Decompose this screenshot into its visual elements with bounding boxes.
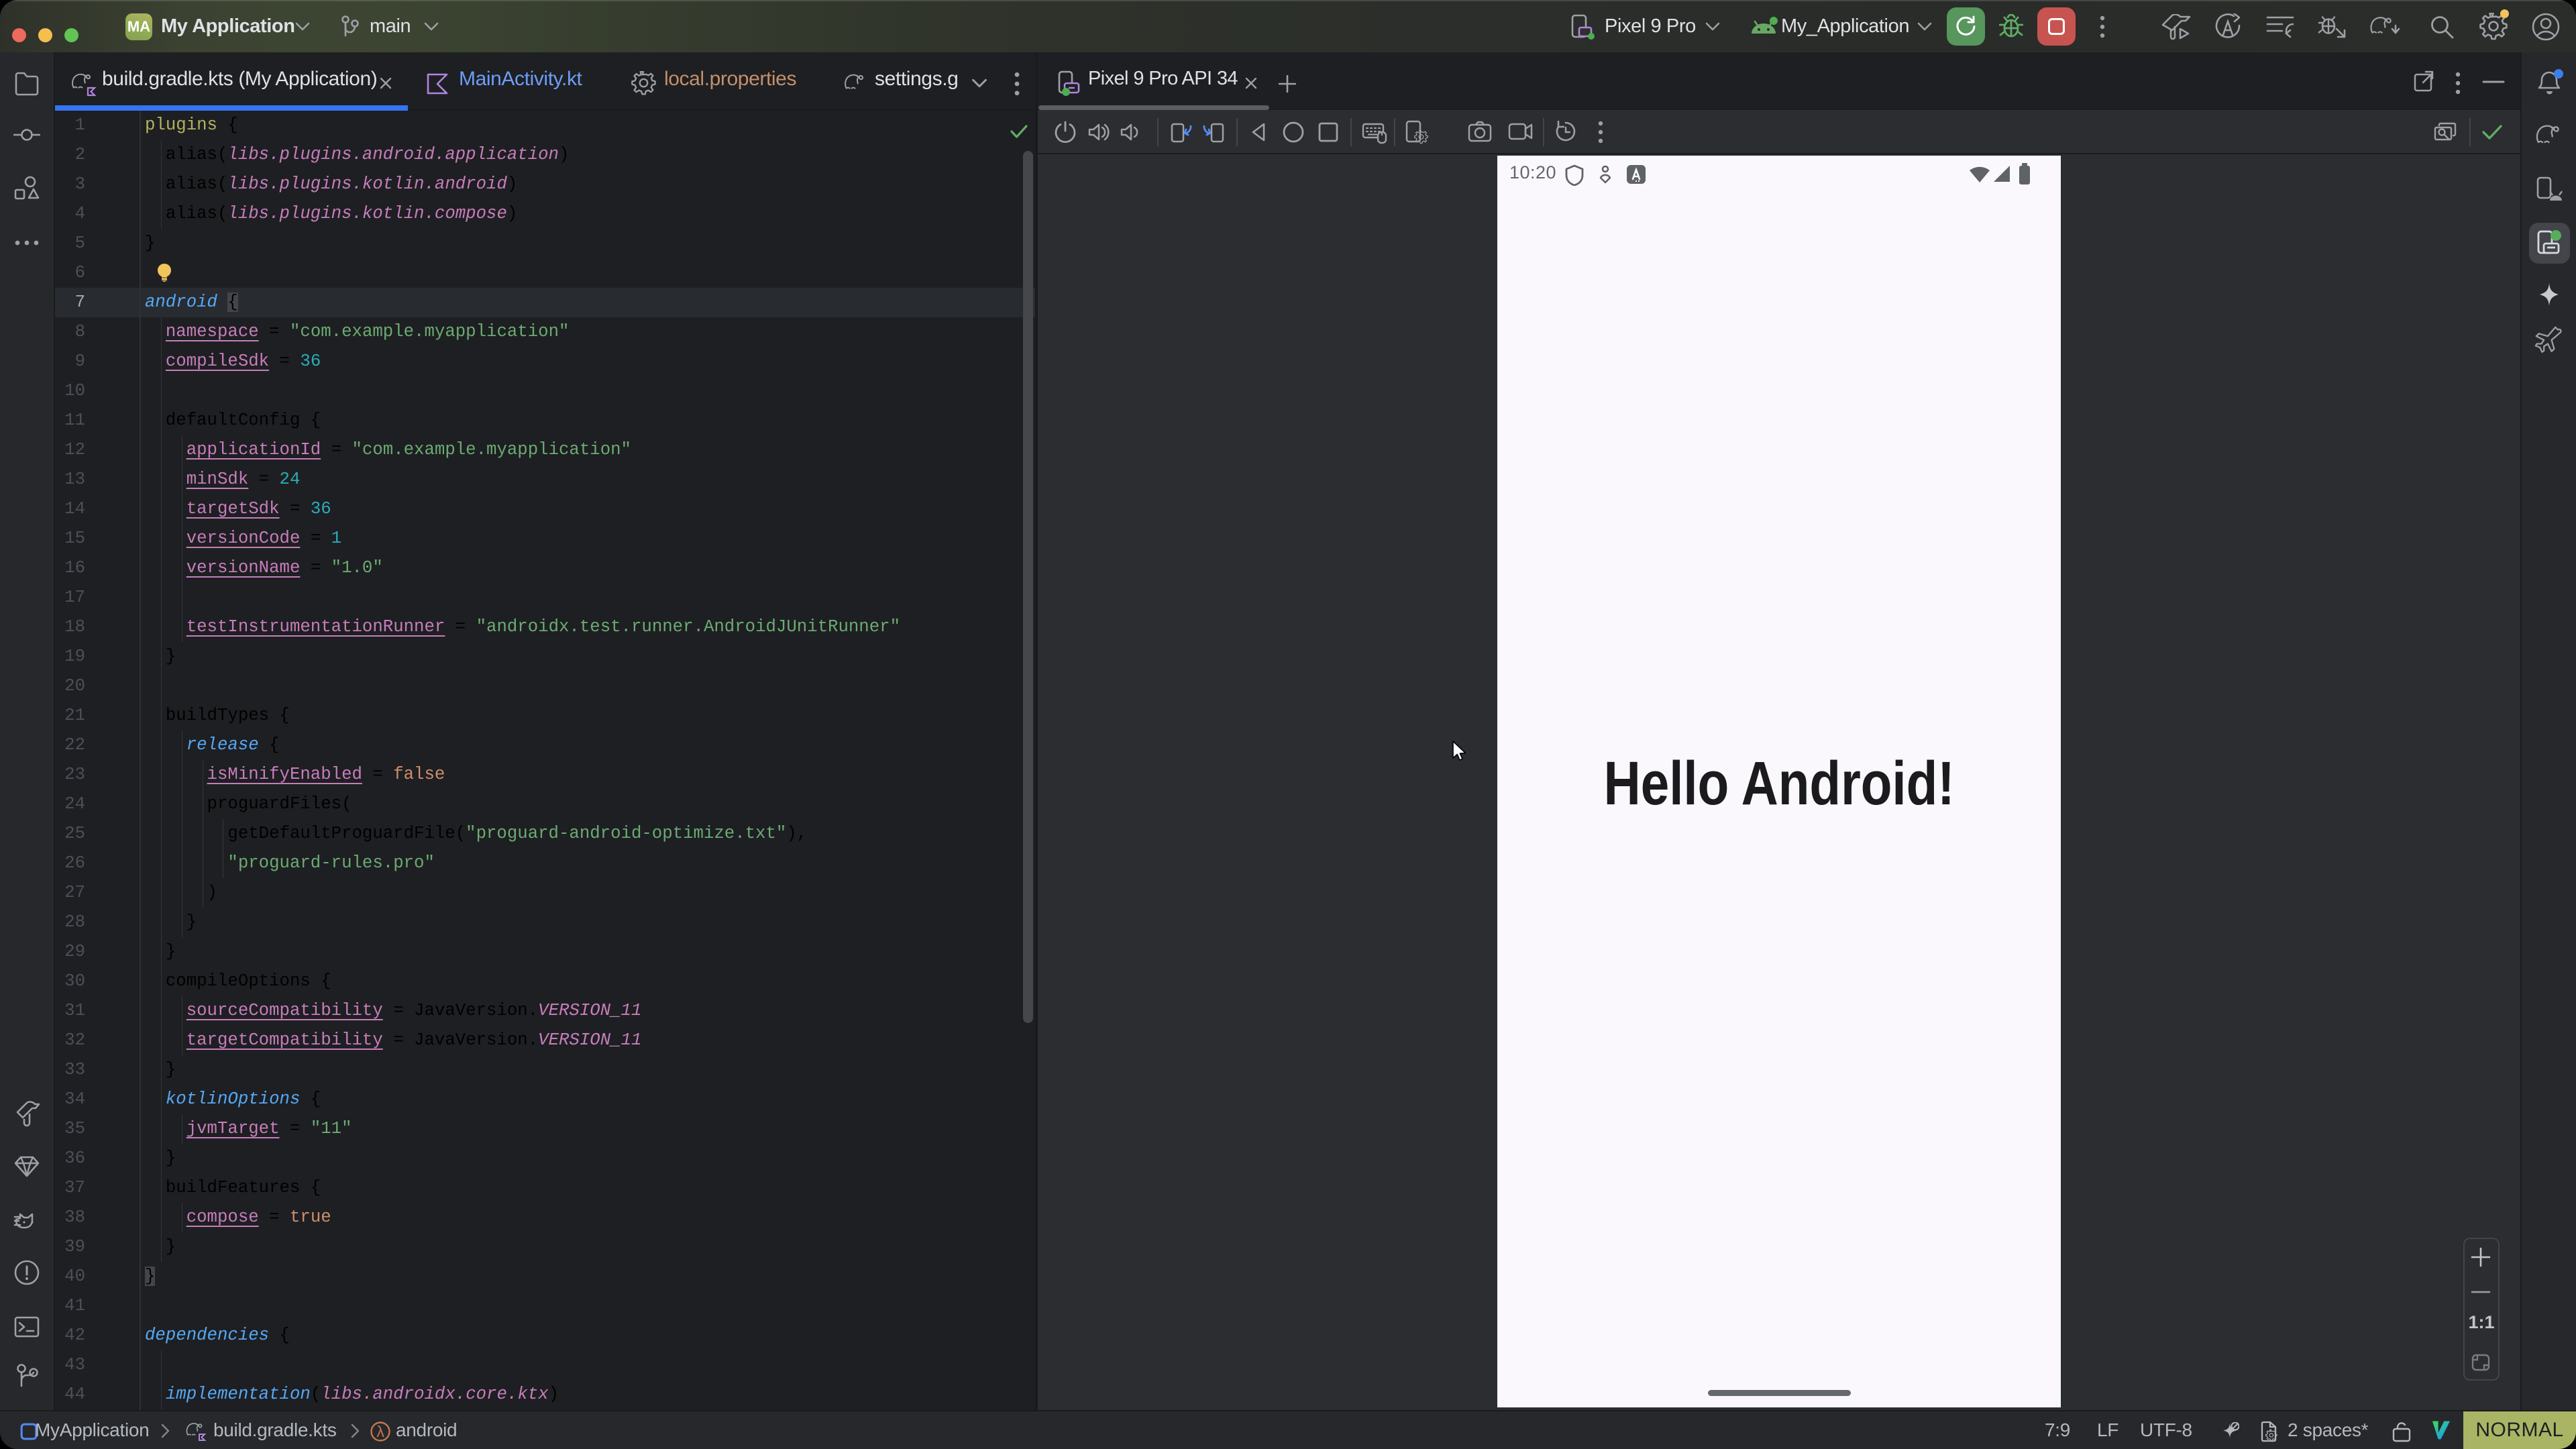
svg-text:λ: λ [376,1423,384,1440]
